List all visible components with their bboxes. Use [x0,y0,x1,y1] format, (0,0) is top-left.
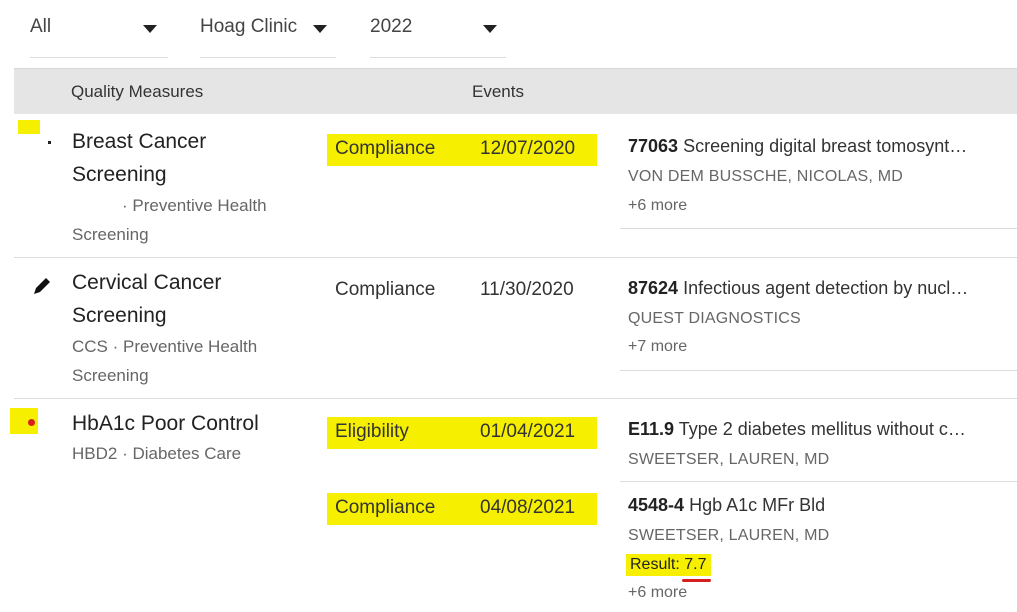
population-filter[interactable]: All [30,8,168,58]
more-link[interactable]: +7 more [628,338,687,356]
event-code[interactable]: 87624 Infectious agent detection by nucl… [628,278,968,299]
event-date: 04/08/2021 [480,497,576,518]
measure-name[interactable]: HbA1c Poor Control [72,407,259,440]
event-code[interactable]: 4548-4 Hgb A1c MFr Bld [628,495,825,516]
event-provider: QUEST DIAGNOSTICS [628,310,801,327]
measure-name[interactable]: Cervical Cancer Screening [72,266,221,332]
event-provider: SWEETSER, LAUREN, MD [628,527,830,544]
row-divider [14,257,1017,258]
event-date: 12/07/2020 [480,138,576,159]
table-header: Quality Measures Events [14,68,1017,114]
event-divider [620,228,1017,229]
event-divider [620,481,1017,482]
event-type: Compliance [335,279,436,300]
measure-subtitle: · Preventive Health Screening [72,196,267,244]
more-link[interactable]: +6 more [628,584,687,602]
events-header: Events [472,82,524,101]
chevron-down-icon[interactable] [143,25,157,33]
event-provider: SWEETSER, LAUREN, MD [628,451,830,468]
pencil-icon[interactable] [30,274,54,298]
year-filter-value: 2022 [370,16,413,37]
highlight-mark-icon [18,120,40,134]
result-value: Result: 7.7 [626,554,711,582]
event-divider [620,370,1017,371]
chevron-down-icon[interactable] [483,25,497,33]
clinic-filter[interactable]: Hoag Clinic [200,8,336,58]
clinic-filter-value: Hoag Clinic [200,16,298,37]
event-type: Eligibility 01/04/2021 [327,417,597,449]
measure-subtitle: CCS · Preventive Health Screening [72,337,258,385]
quality-measures-header: Quality Measures [71,82,204,101]
event-date: 01/04/2021 [480,421,576,442]
row-divider [14,398,1017,399]
year-filter[interactable]: 2022 [370,8,506,58]
event-provider: VON DEM BUSSCHE, NICOLAS, MD [628,168,903,185]
population-filter-value: All [30,16,52,37]
more-link[interactable]: +6 more [628,197,687,215]
chevron-down-icon[interactable] [313,25,327,33]
dot-icon [48,141,51,144]
red-dot-icon [28,419,35,426]
event-date: 11/30/2020 [480,279,574,300]
event-code[interactable]: 77063 Screening digital breast tomosynt… [628,136,967,157]
measure-subtitle: HBD2 · Diabetes Care [72,444,242,463]
event-code[interactable]: E11.9 Type 2 diabetes mellitus without c… [628,419,966,440]
event-type: Compliance 04/08/2021 [327,493,597,525]
event-type: Compliance 12/07/2020 [327,134,597,166]
result-number: 7.7 [682,556,711,582]
measure-name[interactable]: Breast Cancer Screening [72,125,206,191]
